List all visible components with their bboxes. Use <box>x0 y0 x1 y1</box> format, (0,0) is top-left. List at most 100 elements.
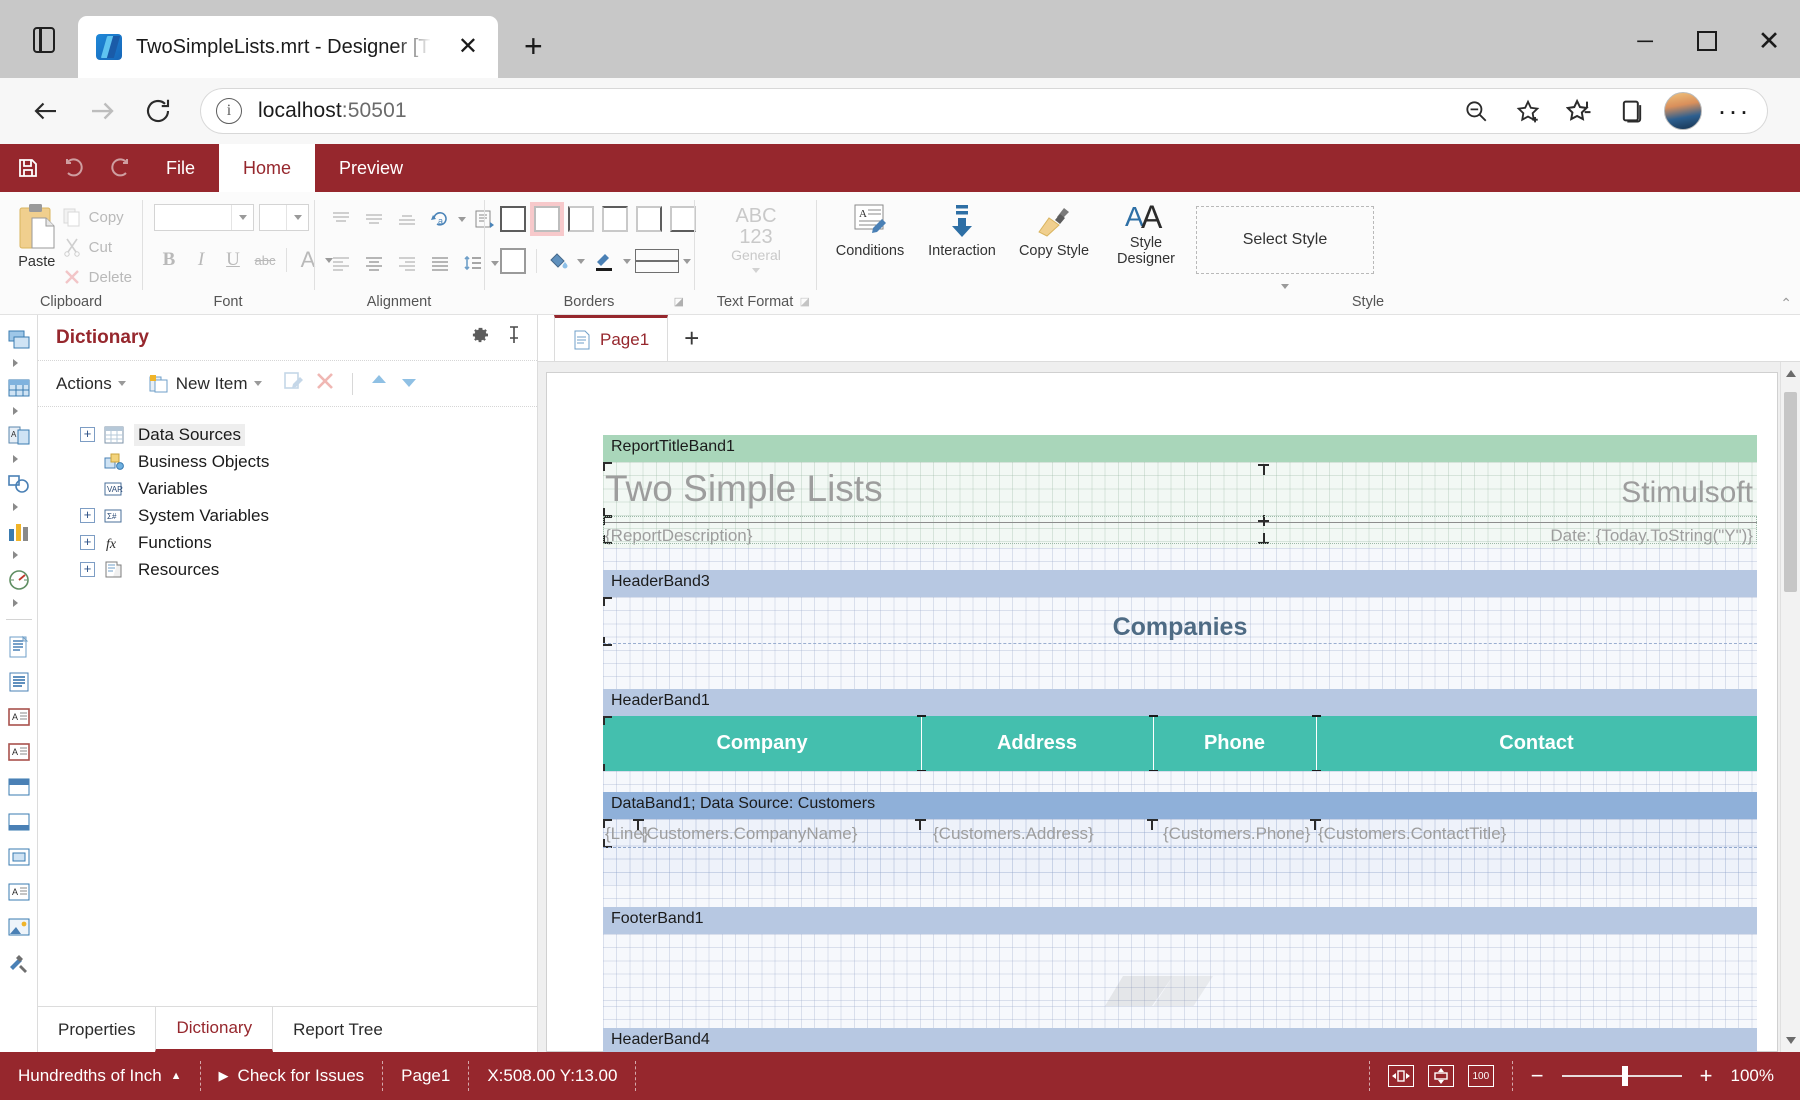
paste-button[interactable]: Paste <box>12 200 62 270</box>
data-cell-phone[interactable]: {Customers.Phone} <box>1153 824 1316 844</box>
shapes-icon[interactable] <box>2 467 36 501</box>
tab-properties[interactable]: Properties <box>38 1007 155 1052</box>
select-style-dropdown[interactable]: Select Style <box>1196 206 1374 289</box>
panel-bottom-icon[interactable] <box>2 805 36 839</box>
font-name-combo[interactable] <box>154 204 254 231</box>
tree-item-resources[interactable]: + Resources <box>80 556 537 583</box>
text-box-red2-icon[interactable]: A <box>2 735 36 769</box>
scrollbar-thumb[interactable] <box>1784 392 1797 592</box>
page-tab-page1[interactable]: Page1 <box>554 315 669 361</box>
tree-item-data-sources[interactable]: + Data Sources <box>80 421 537 448</box>
new-tab-button[interactable]: + <box>524 30 543 62</box>
fit-page-icon[interactable] <box>1427 1065 1454 1087</box>
band-header-databand1[interactable]: DataBand1; Data Source: Customers <box>603 792 1757 819</box>
tools-icon[interactable] <box>2 945 36 979</box>
border-box-button[interactable] <box>496 244 530 278</box>
tree-item-functions[interactable]: + fx Functions <box>80 529 537 556</box>
band-body-footer1[interactable] <box>603 934 1757 1006</box>
bold-button[interactable]: B <box>154 245 184 275</box>
tab-close-icon[interactable]: ✕ <box>452 35 484 59</box>
zoom-out-icon[interactable] <box>1456 91 1496 131</box>
add-favorite-icon[interactable] <box>1508 91 1548 131</box>
chevron-down-icon[interactable] <box>458 216 466 222</box>
resize-handle[interactable] <box>917 715 926 717</box>
redo-icon[interactable] <box>104 152 136 184</box>
column-header-contact[interactable]: Contact <box>1316 732 1757 755</box>
zoom-slider[interactable] <box>1561 1066 1682 1086</box>
cut-button[interactable]: Cut <box>62 232 132 262</box>
reload-icon[interactable] <box>134 87 182 135</box>
canvas-vertical-scrollbar[interactable] <box>1780 362 1800 1052</box>
bands-icon[interactable] <box>2 323 36 357</box>
panel-top-icon[interactable] <box>2 770 36 804</box>
tab-dictionary[interactable]: Dictionary <box>155 1007 274 1052</box>
expand-icon[interactable]: + <box>80 562 95 577</box>
window-minimize-button[interactable]: ─ <box>1614 18 1676 64</box>
charts-icon[interactable] <box>2 515 36 549</box>
tab-file[interactable]: File <box>142 144 219 192</box>
conditions-button[interactable]: A Conditions <box>828 200 912 259</box>
data-cell-address[interactable]: {Customers.Address} <box>921 824 1153 844</box>
column-separator[interactable] <box>1153 716 1154 771</box>
components-icon[interactable]: A <box>2 419 36 453</box>
add-page-button[interactable]: + <box>668 315 715 361</box>
chevron-down-icon[interactable] <box>623 258 631 264</box>
gear-icon[interactable] <box>469 324 491 351</box>
report-sheet[interactable]: ReportTitleBand1 Two Simple Lists Stimul… <box>546 372 1778 1052</box>
forward-arrow-icon[interactable] <box>78 87 126 135</box>
image-icon[interactable] <box>2 910 36 944</box>
window-close-button[interactable]: ✕ <box>1738 18 1800 64</box>
rich-text-icon[interactable] <box>2 630 36 664</box>
components-expand-icon[interactable] <box>2 454 36 464</box>
align-left-button[interactable] <box>326 248 356 278</box>
data-cell-contact[interactable]: {Customers.ContactTitle} <box>1316 824 1757 844</box>
column-separator[interactable] <box>1316 716 1317 771</box>
border-color-button[interactable] <box>589 246 619 276</box>
resize-handle[interactable] <box>1149 715 1158 717</box>
report-brand-text[interactable]: Stimulsoft <box>1621 476 1753 510</box>
edit-icon[interactable] <box>282 370 304 397</box>
band-header-header3[interactable]: HeaderBand3 <box>603 570 1757 597</box>
column-header-company[interactable]: Company <box>603 732 921 755</box>
strikethrough-button[interactable]: abc <box>250 245 280 275</box>
tree-item-variables[interactable]: VAR Variables <box>80 475 537 502</box>
zoom-slider-thumb[interactable] <box>1621 1066 1628 1086</box>
align-middle-button[interactable] <box>359 204 389 234</box>
browser-tab[interactable]: TwoSimpleLists.mrt - Designer [T ✕ <box>78 16 498 78</box>
gauges-expand-icon[interactable] <box>2 598 36 608</box>
tree-item-system-variables[interactable]: + Σ# System Variables <box>80 502 537 529</box>
band-body-header3[interactable]: Companies <box>603 597 1757 663</box>
band-body-header1[interactable]: Company Address Phone Contact <box>603 715 1757 792</box>
border-left-button[interactable] <box>564 202 598 236</box>
border-top-button[interactable] <box>598 202 632 236</box>
collections-icon[interactable] <box>1612 91 1652 131</box>
move-down-icon[interactable] <box>399 371 419 396</box>
chevron-down-icon[interactable] <box>286 205 308 230</box>
gauges-icon[interactable] <box>2 563 36 597</box>
favorites-icon[interactable] <box>1560 91 1600 131</box>
cross-bands-icon[interactable] <box>2 371 36 405</box>
band-header-footer1[interactable]: FooterBand1 <box>603 907 1757 934</box>
chevron-down-icon[interactable] <box>117 381 126 386</box>
section-title-companies[interactable]: Companies <box>603 597 1757 642</box>
report-description-text[interactable]: {ReportDescription} <box>605 526 752 546</box>
back-arrow-icon[interactable] <box>22 87 70 135</box>
chevron-down-icon[interactable] <box>231 205 253 230</box>
bands-expand-icon[interactable] <box>2 358 36 368</box>
tab-home[interactable]: Home <box>219 144 316 192</box>
tree-item-business-objects[interactable]: Business Objects <box>80 448 537 475</box>
column-separator[interactable] <box>921 716 922 771</box>
zoom-in-button[interactable]: + <box>1700 1063 1713 1089</box>
pin-icon[interactable] <box>505 325 523 350</box>
text-icon[interactable] <box>2 665 36 699</box>
resize-handle[interactable] <box>1312 715 1321 717</box>
border-none-button[interactable] <box>530 202 564 236</box>
delete-button[interactable]: Delete <box>62 262 132 292</box>
charts-expand-icon[interactable] <box>2 550 36 560</box>
scroll-down-icon[interactable] <box>1781 1030 1800 1050</box>
align-top-button[interactable] <box>326 204 356 234</box>
text-rotation-button[interactable]: a <box>425 204 455 234</box>
info-icon[interactable]: i <box>216 98 242 124</box>
table-header-row[interactable]: Company Address Phone Contact <box>603 716 1757 771</box>
column-header-phone[interactable]: Phone <box>1153 732 1316 755</box>
